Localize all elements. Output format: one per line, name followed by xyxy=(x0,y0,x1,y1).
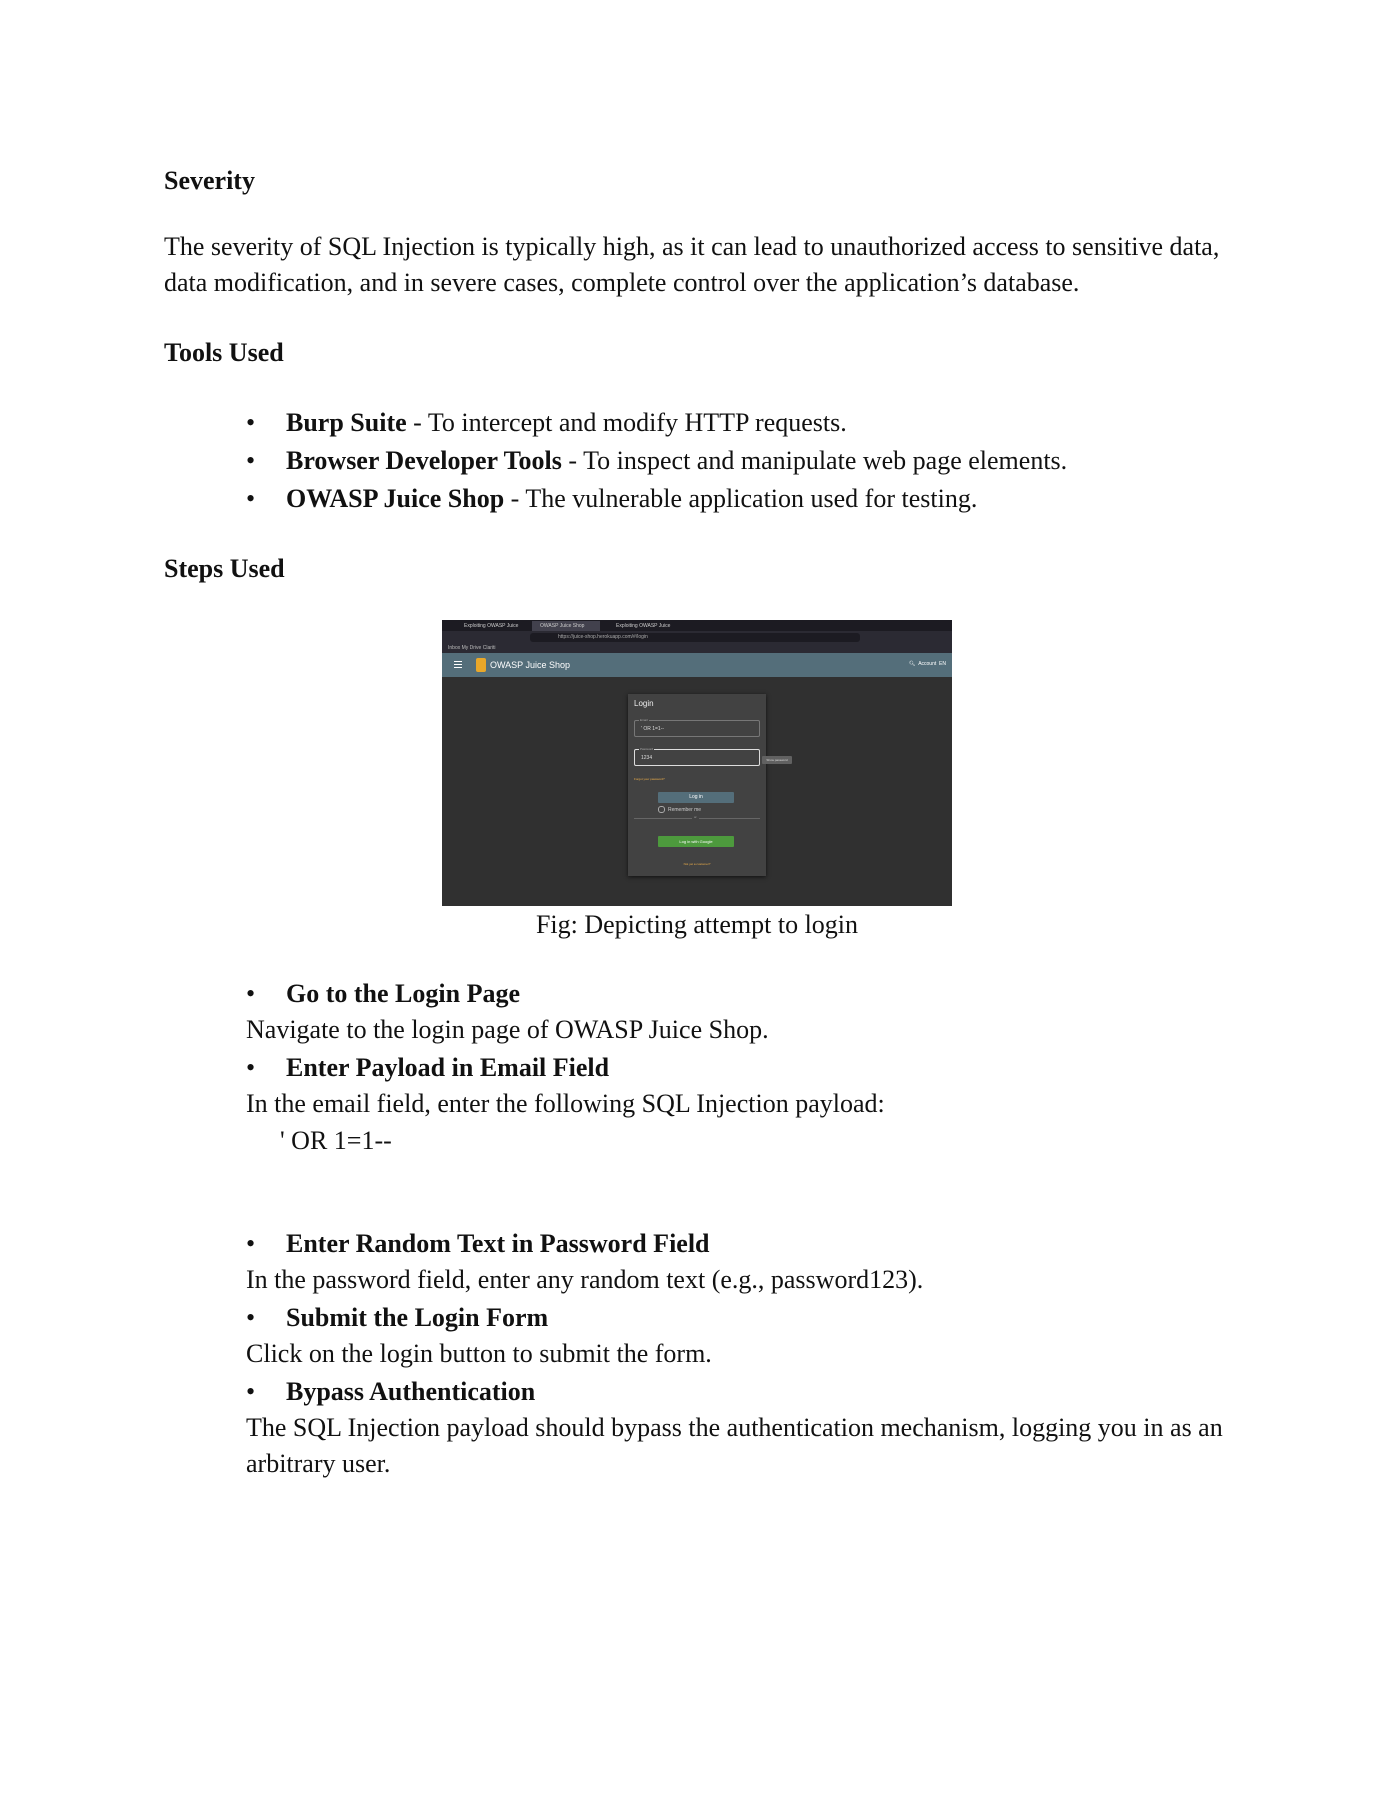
remember-label: Remember me xyxy=(668,806,702,813)
tool-desc: - To inspect and manipulate web page ele… xyxy=(561,446,1068,475)
tool-name: Browser Developer Tools xyxy=(286,446,562,475)
browser-tab: Exploiting OWASP Juice xyxy=(464,623,519,629)
step-desc: In the email field, enter the following … xyxy=(246,1089,885,1118)
step-title: Go to the Login Page xyxy=(246,976,1246,1012)
or-label: or xyxy=(692,815,699,819)
step-title: Submit the Login Form xyxy=(246,1300,1246,1336)
password-value: 1234 xyxy=(641,755,653,761)
address-bar: https://juice-shop.herokuapp.com/#/login xyxy=(442,631,952,644)
password-field: Password 1234 xyxy=(634,747,760,766)
tool-desc: - The vulnerable application used for te… xyxy=(504,484,978,513)
tools-list: Burp Suite - To intercept and modify HTT… xyxy=(246,404,1067,518)
account-label: Account xyxy=(918,661,937,667)
step-title: Enter Payload in Email Field xyxy=(246,1050,1246,1086)
tools-heading: Tools Used xyxy=(164,338,284,367)
step-item: Go to the Login Page Navigate to the log… xyxy=(246,976,1246,1048)
password-label: Password xyxy=(639,747,655,751)
url-field: https://juice-shop.herokuapp.com/#/login xyxy=(530,633,860,642)
tool-desc: - To intercept and modify HTTP requests. xyxy=(406,408,847,437)
browser-tabbar: Exploiting OWASP Juice OWASP Juice Shop … xyxy=(442,620,952,631)
checkbox-icon xyxy=(658,806,665,813)
step-desc: Click on the login button to submit the … xyxy=(246,1339,712,1368)
remember-me: Remember me xyxy=(658,806,701,813)
tool-item: Browser Developer Tools - To inspect and… xyxy=(246,442,1067,480)
juice-shop-appbar: OWASP Juice Shop 🔍︎ Account EN xyxy=(442,653,952,677)
tool-name: Burp Suite xyxy=(286,408,407,437)
show-password-tooltip: Show password xyxy=(762,756,792,764)
step-desc: The SQL Injection payload should bypass … xyxy=(246,1413,1223,1478)
step-item: Enter Random Text in Password Field In t… xyxy=(246,1226,1246,1298)
step-title: Bypass Authentication xyxy=(246,1374,1246,1410)
sql-payload: ' OR 1=1-- xyxy=(280,1126,392,1155)
severity-heading: Severity xyxy=(164,166,255,195)
email-label: Email xyxy=(639,718,649,722)
step-item: Enter Payload in Email Field In the emai… xyxy=(246,1050,1246,1122)
forgot-password-link: Forgot your password? xyxy=(634,777,665,781)
login-button: Log in xyxy=(658,792,734,803)
login-title: Login xyxy=(634,699,654,708)
tool-item: OWASP Juice Shop - The vulnerable applic… xyxy=(246,480,1067,518)
email-value: ' OR 1=1-- xyxy=(641,726,665,732)
bookmarks-text: Inbox My Drive Clariti xyxy=(448,645,496,651)
step-item: Submit the Login Form Click on the login… xyxy=(246,1300,1246,1372)
step-desc: In the password field, enter any random … xyxy=(246,1265,924,1294)
steps-heading: Steps Used xyxy=(164,554,285,583)
hamburger-menu-icon xyxy=(454,661,462,669)
figure-caption: Fig: Depicting attempt to login xyxy=(535,910,859,939)
juice-shop-logo-icon xyxy=(476,658,486,672)
search-icon: 🔍︎ xyxy=(909,661,916,667)
app-title: OWASP Juice Shop xyxy=(490,660,571,670)
step-item: Bypass Authentication The SQL Injection … xyxy=(246,1374,1246,1482)
google-login-button: Log in with Google xyxy=(658,836,734,847)
login-screenshot-figure: Exploiting OWASP Juice OWASP Juice Shop … xyxy=(442,620,952,906)
step-title: Enter Random Text in Password Field xyxy=(246,1226,1246,1262)
not-customer-link: Not yet a customer? xyxy=(683,862,711,866)
step-desc: Navigate to the login page of OWASP Juic… xyxy=(246,1015,769,1044)
bookmarks-bar: Inbox My Drive Clariti xyxy=(442,644,952,653)
tool-item: Burp Suite - To intercept and modify HTT… xyxy=(246,404,1067,442)
severity-paragraph: The severity of SQL Injection is typical… xyxy=(164,232,1220,297)
browser-tab: Exploiting OWASP Juice xyxy=(616,623,671,629)
language-label: EN xyxy=(939,661,946,667)
browser-tab-active: OWASP Juice Shop xyxy=(532,621,600,631)
document-page: Severity The severity of SQL Injection i… xyxy=(0,0,1390,1800)
tool-name: OWASP Juice Shop xyxy=(286,484,505,513)
email-field: Email ' OR 1=1-- xyxy=(634,718,760,737)
appbar-right-icons: 🔍︎ Account EN xyxy=(909,661,946,667)
login-card: Login Email ' OR 1=1-- Password 1234 For… xyxy=(628,694,766,876)
